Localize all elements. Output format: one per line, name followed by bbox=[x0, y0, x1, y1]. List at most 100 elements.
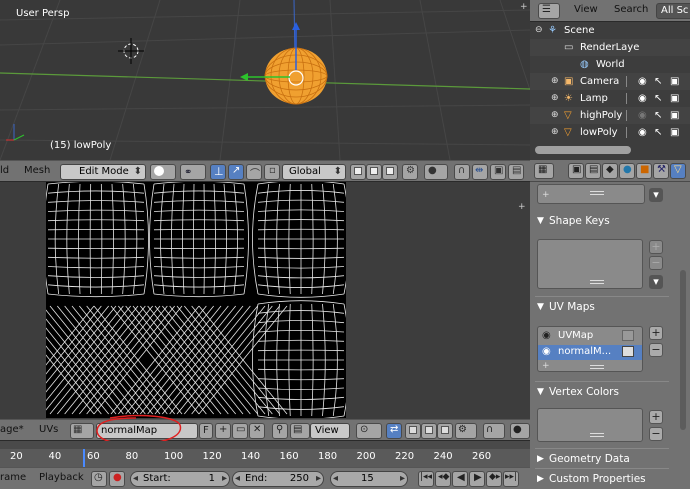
next-keyframe-button[interactable]: ◆▸ bbox=[486, 471, 502, 487]
shape-key-add-button[interactable]: + bbox=[649, 240, 663, 254]
render-animation-button[interactable]: ▤ bbox=[508, 164, 524, 180]
vertex-colors-title[interactable]: Vertex Colors bbox=[549, 386, 619, 398]
jump-start-button[interactable]: |◂◂ bbox=[418, 471, 434, 487]
render-tab[interactable]: ▣ bbox=[568, 163, 584, 179]
uv-texture-canvas[interactable] bbox=[5, 180, 350, 420]
render-camera-icon[interactable]: ▣ bbox=[670, 124, 679, 141]
render-layers-tab[interactable]: ▤ bbox=[585, 163, 601, 179]
end-frame-field[interactable]: ◂ End: 250 ▸ bbox=[232, 471, 324, 487]
outliner-scrollbar[interactable] bbox=[535, 146, 631, 154]
expand-icon[interactable]: ⊕ bbox=[551, 107, 559, 124]
frame-menu-partial[interactable]: rame bbox=[0, 472, 26, 483]
expand-icon[interactable]: ⊕ bbox=[551, 90, 559, 107]
expand-icon[interactable]: ⊕ bbox=[551, 73, 559, 90]
eye-icon[interactable]: ◉ bbox=[638, 73, 647, 90]
object-tab[interactable]: ■ bbox=[636, 163, 652, 179]
prev-keyframe-button[interactable]: ◂◆ bbox=[435, 471, 451, 487]
render-camera-icon[interactable]: ▣ bbox=[670, 73, 679, 90]
fake-user-button[interactable]: F bbox=[199, 423, 213, 439]
sticky-mode-button[interactable]: ⚙ bbox=[455, 423, 477, 439]
viewport-shading-button[interactable] bbox=[150, 164, 176, 180]
outliner-item-lowpoly[interactable]: ⊕ ▽ lowPoly ◉ ↖ ▣ bbox=[530, 124, 690, 141]
mode-dropdown[interactable]: Edit Mode ⬍ bbox=[60, 164, 146, 180]
uv-face-select-button[interactable] bbox=[437, 423, 453, 439]
outliner-search-menu[interactable]: Search bbox=[614, 4, 648, 15]
eye-icon[interactable]: ◉ bbox=[638, 90, 647, 107]
cursor-icon[interactable]: ↖ bbox=[654, 107, 662, 124]
vertex-colors-list[interactable] bbox=[537, 408, 643, 442]
shape-keys-menu-button[interactable]: ▾ bbox=[649, 275, 663, 289]
outliner-item-world[interactable]: ◍ World bbox=[530, 56, 690, 73]
properties-type-button[interactable]: ▦ bbox=[534, 163, 554, 179]
playback-menu[interactable]: Playback bbox=[39, 472, 84, 483]
uv-edge-select-button[interactable] bbox=[421, 423, 437, 439]
editor-type-button[interactable]: ☰ bbox=[538, 3, 560, 19]
shape-keys-title[interactable]: Shape Keys bbox=[549, 215, 610, 227]
orientation-dropdown[interactable]: Global ⬍ bbox=[282, 164, 346, 180]
snap-element-button[interactable]: ⇹ bbox=[472, 164, 488, 180]
uv-vertex-select-button[interactable] bbox=[405, 423, 421, 439]
custom-properties-panel[interactable]: ▶ Custom Properties bbox=[535, 468, 669, 489]
outliner-item-camera[interactable]: ⊕ ▣ Camera ◉ ↖ ▣ bbox=[530, 73, 690, 90]
shape-keys-list[interactable] bbox=[537, 239, 643, 289]
render-preview-button[interactable]: ▣ bbox=[490, 164, 506, 180]
uv-maps-list[interactable]: ◉ UVMap ◉ normalM... + bbox=[537, 326, 643, 372]
uv-map-remove-button[interactable]: − bbox=[649, 343, 663, 357]
cursor-icon[interactable]: ↖ bbox=[654, 90, 662, 107]
uv-pivot-button[interactable]: ⊙ bbox=[356, 423, 382, 439]
uv-map-item[interactable]: ◉ UVMap bbox=[538, 329, 642, 344]
cursor-icon[interactable]: ↖ bbox=[654, 124, 662, 141]
uv-image-editor[interactable]: + bbox=[0, 180, 530, 420]
mesh-menu[interactable]: Mesh bbox=[24, 165, 50, 176]
3d-viewport[interactable]: User Persp (15) lowPoly + bbox=[0, 0, 530, 160]
manipulator-toggle[interactable]: ⊥ bbox=[210, 164, 226, 180]
render-camera-icon[interactable]: ▣ bbox=[670, 107, 679, 124]
outliner-filter-dropdown[interactable]: All Sc bbox=[656, 3, 690, 19]
menu-partial[interactable]: ld bbox=[0, 165, 9, 176]
image-menu-partial[interactable]: age* bbox=[0, 424, 24, 435]
outliner-item-highpoly[interactable]: ⊕ ▽ highPoly ◉ ↖ ▣ bbox=[530, 107, 690, 124]
properties-scrollbar[interactable] bbox=[680, 270, 686, 430]
current-frame-marker[interactable] bbox=[83, 449, 85, 467]
data-tab[interactable]: ▽ bbox=[670, 163, 686, 179]
translate-manipulator-button[interactable]: ↗ bbox=[228, 164, 244, 180]
proportional-edit-button[interactable]: ● bbox=[424, 164, 448, 180]
uv-map-add-button[interactable]: + bbox=[649, 326, 663, 340]
panel-collapse-icon[interactable]: ▼ bbox=[537, 302, 544, 312]
start-frame-field[interactable]: ◂ Start: 1 ▸ bbox=[130, 471, 230, 487]
play-reverse-button[interactable]: ◀ bbox=[452, 471, 468, 487]
vertex-color-add-button[interactable]: + bbox=[649, 410, 663, 424]
keying-button[interactable]: ● bbox=[109, 471, 125, 487]
uvs-menu[interactable]: UVs bbox=[39, 424, 58, 435]
open-image-button[interactable]: ▭ bbox=[232, 423, 248, 439]
time-display-button[interactable]: ◷ bbox=[91, 471, 107, 487]
scene-tab[interactable]: ◆ bbox=[602, 163, 618, 179]
collapse-icon[interactable]: ⊖ bbox=[535, 22, 543, 39]
jump-end-button[interactable]: ▸▸| bbox=[503, 471, 519, 487]
uv-maps-title[interactable]: UV Maps bbox=[549, 301, 595, 313]
vertex-groups-list[interactable]: + bbox=[537, 184, 645, 204]
timeline[interactable]: 20 40 60 80 100 120 140 160 180 200 220 240 260 bbox=[0, 441, 530, 467]
vertex-select-button[interactable] bbox=[350, 164, 366, 180]
camera-icon[interactable] bbox=[622, 330, 634, 341]
world-tab[interactable]: ● bbox=[619, 163, 635, 179]
vertex-groups-menu-button[interactable]: ▾ bbox=[649, 188, 663, 202]
play-button[interactable]: ▶ bbox=[469, 471, 485, 487]
panel-collapse-icon[interactable]: ▼ bbox=[537, 216, 544, 226]
scale-manipulator-button[interactable]: ▫ bbox=[264, 164, 280, 180]
vertex-color-remove-button[interactable]: − bbox=[649, 427, 663, 441]
render-camera-icon[interactable]: ▣ bbox=[670, 90, 679, 107]
pivot-point-button[interactable]: ⚭ bbox=[180, 164, 206, 180]
uv-prop-edit-button[interactable]: ● bbox=[510, 423, 530, 439]
uv-snap-button[interactable]: ∩ bbox=[483, 423, 505, 439]
face-select-button[interactable] bbox=[382, 164, 398, 180]
outliner-view-menu[interactable]: View bbox=[574, 4, 598, 15]
image-mode-button[interactable]: ▤ bbox=[290, 423, 310, 439]
snap-toggle-button[interactable]: ∩ bbox=[454, 164, 470, 180]
modifiers-tab[interactable]: ⚒ bbox=[653, 163, 669, 179]
expand-icon[interactable]: ⊕ bbox=[551, 124, 559, 141]
camera-icon[interactable] bbox=[622, 346, 634, 357]
cursor-icon[interactable]: ↖ bbox=[654, 73, 662, 90]
geometry-data-panel[interactable]: ▶ Geometry Data bbox=[535, 448, 669, 468]
outliner-item-renderlaye[interactable]: ▭ RenderLaye bbox=[530, 39, 690, 56]
